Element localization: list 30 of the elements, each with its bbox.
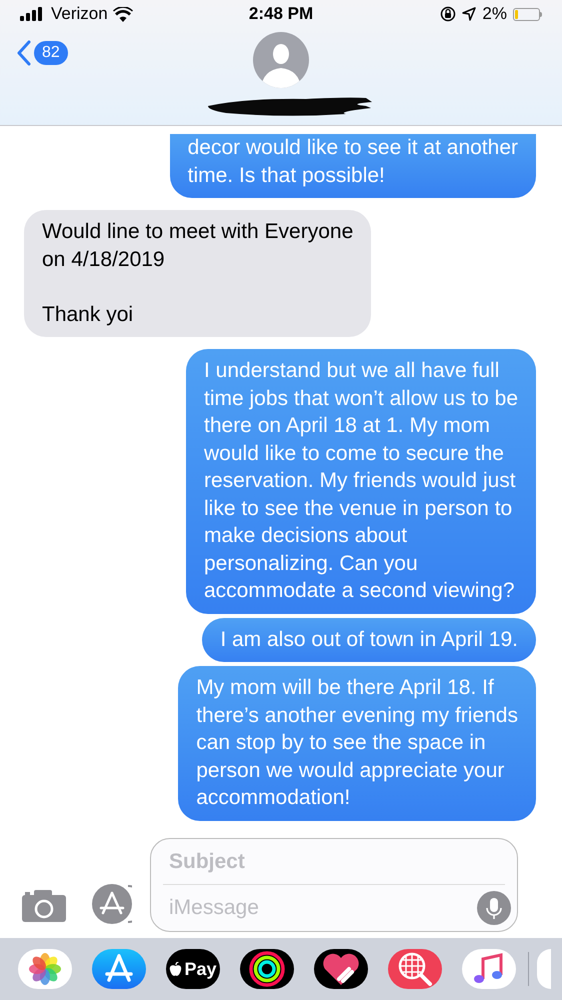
camera-icon[interactable] <box>22 890 66 922</box>
message-bubble: Would line to meet with Everyone on 4/18/2019 Thank yoi <box>24 210 372 337</box>
globe-search-button[interactable] <box>388 949 442 989</box>
back-chevron-icon <box>16 40 32 66</box>
clock-time: 2:48 PM <box>248 3 314 26</box>
microphone-icon[interactable] <box>477 891 511 925</box>
pay-app-button[interactable]: Pay <box>166 949 220 989</box>
activity-rings-icon <box>247 949 287 989</box>
rotation-lock-icon <box>440 6 456 22</box>
activity-rings-button[interactable] <box>240 949 294 989</box>
contact-avatar-icon[interactable] <box>253 32 309 88</box>
message-bubble: I understand but we all have full time jobs that won’t allow us to be there on April 18 at 1. My mom would like to come to secure the reservation. My friends would just like to see the venue in person to make decisions about personalizing. Can you accommodate a second viewing? <box>186 349 536 614</box>
heart-icon <box>321 951 361 987</box>
location-arrow-icon <box>462 7 476 21</box>
battery-percent: 2% <box>482 3 507 26</box>
wifi-icon <box>112 6 133 22</box>
message-bubble: My mom will be there April 18. If there’s another evening my friends can stop by to see the space in person we would appreciate your accommodation! <box>178 666 536 820</box>
message-bubble: decor would like to see it at another time. Is that possible! <box>170 134 536 198</box>
app-store-icon[interactable] <box>90 884 132 924</box>
app-store-button[interactable] <box>92 949 146 989</box>
message-bubble: I am also out of town in April 19. <box>202 618 536 662</box>
subject-input[interactable]: Subject <box>169 846 499 878</box>
photos-app-button[interactable] <box>18 949 72 989</box>
back-button[interactable]: 82 <box>16 40 68 66</box>
apple-icon <box>169 962 182 976</box>
heart-app-button[interactable] <box>314 949 368 989</box>
carrier-name: Verizon <box>51 3 108 26</box>
battery-icon <box>513 8 542 20</box>
unread-count-badge: 82 <box>34 41 68 65</box>
music-app-button[interactable] <box>462 949 516 989</box>
